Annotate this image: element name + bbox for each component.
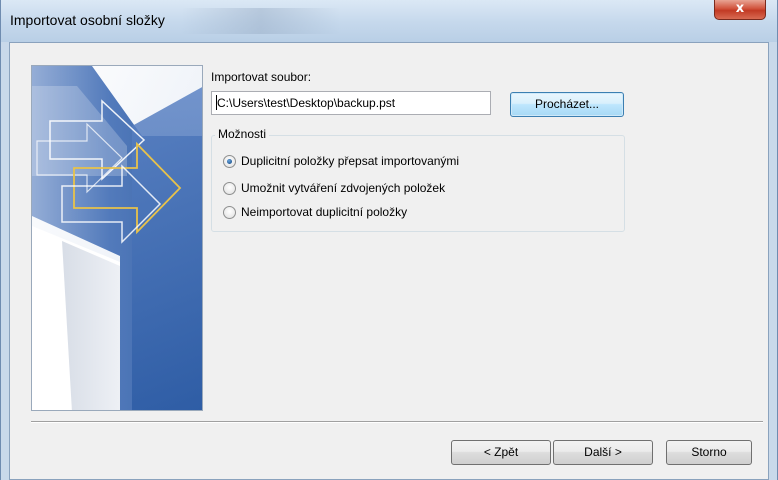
close-icon: x	[735, 1, 745, 16]
radio-button[interactable]	[223, 205, 236, 219]
close-button[interactable]: x	[714, 0, 766, 20]
window-title: Importovat osobní složky	[10, 12, 165, 28]
options-group-label: Možnosti	[215, 127, 270, 141]
option-allow-duplicates-label: Umožnit vytváření zdvojených položek	[241, 181, 446, 195]
option-allow-duplicates[interactable]: Umožnit vytváření zdvojených položek	[223, 180, 445, 196]
next-button[interactable]: Další >	[553, 440, 653, 465]
option-skip-duplicates-label: Neimportovat duplicitní položky	[241, 205, 408, 219]
import-file-path-input[interactable]: C:\Users\test\Desktop\backup.pst	[211, 91, 491, 115]
import-dialog-window: Importovat osobní složky x Importovat so…	[0, 0, 778, 480]
option-replace-duplicates-label: Duplicitní položky přepsat importovanými	[241, 154, 460, 168]
back-button[interactable]: < Zpět	[451, 440, 551, 465]
footer-separator	[31, 421, 763, 423]
option-skip-duplicates[interactable]: Neimportovat duplicitní položky	[223, 204, 407, 220]
cancel-button[interactable]: Storno	[666, 440, 752, 465]
browse-button[interactable]: Procházet...	[510, 92, 624, 117]
wizard-arrow-icon	[32, 66, 202, 410]
radio-button[interactable]	[223, 181, 236, 195]
wizard-illustration	[31, 65, 203, 411]
title-bar[interactable]: Importovat osobní složky x	[1, 0, 777, 42]
dialog-client-area: Importovat soubor: C:\Users\test\Desktop…	[9, 42, 769, 480]
option-replace-duplicates[interactable]: Duplicitní položky přepsat importovanými	[223, 153, 459, 169]
import-file-label: Importovat soubor:	[211, 70, 312, 84]
radio-button-checked[interactable]	[223, 154, 236, 168]
title-bar-glow	[181, 8, 341, 34]
import-file-path-value: C:\Users\test\Desktop\backup.pst	[217, 96, 396, 110]
